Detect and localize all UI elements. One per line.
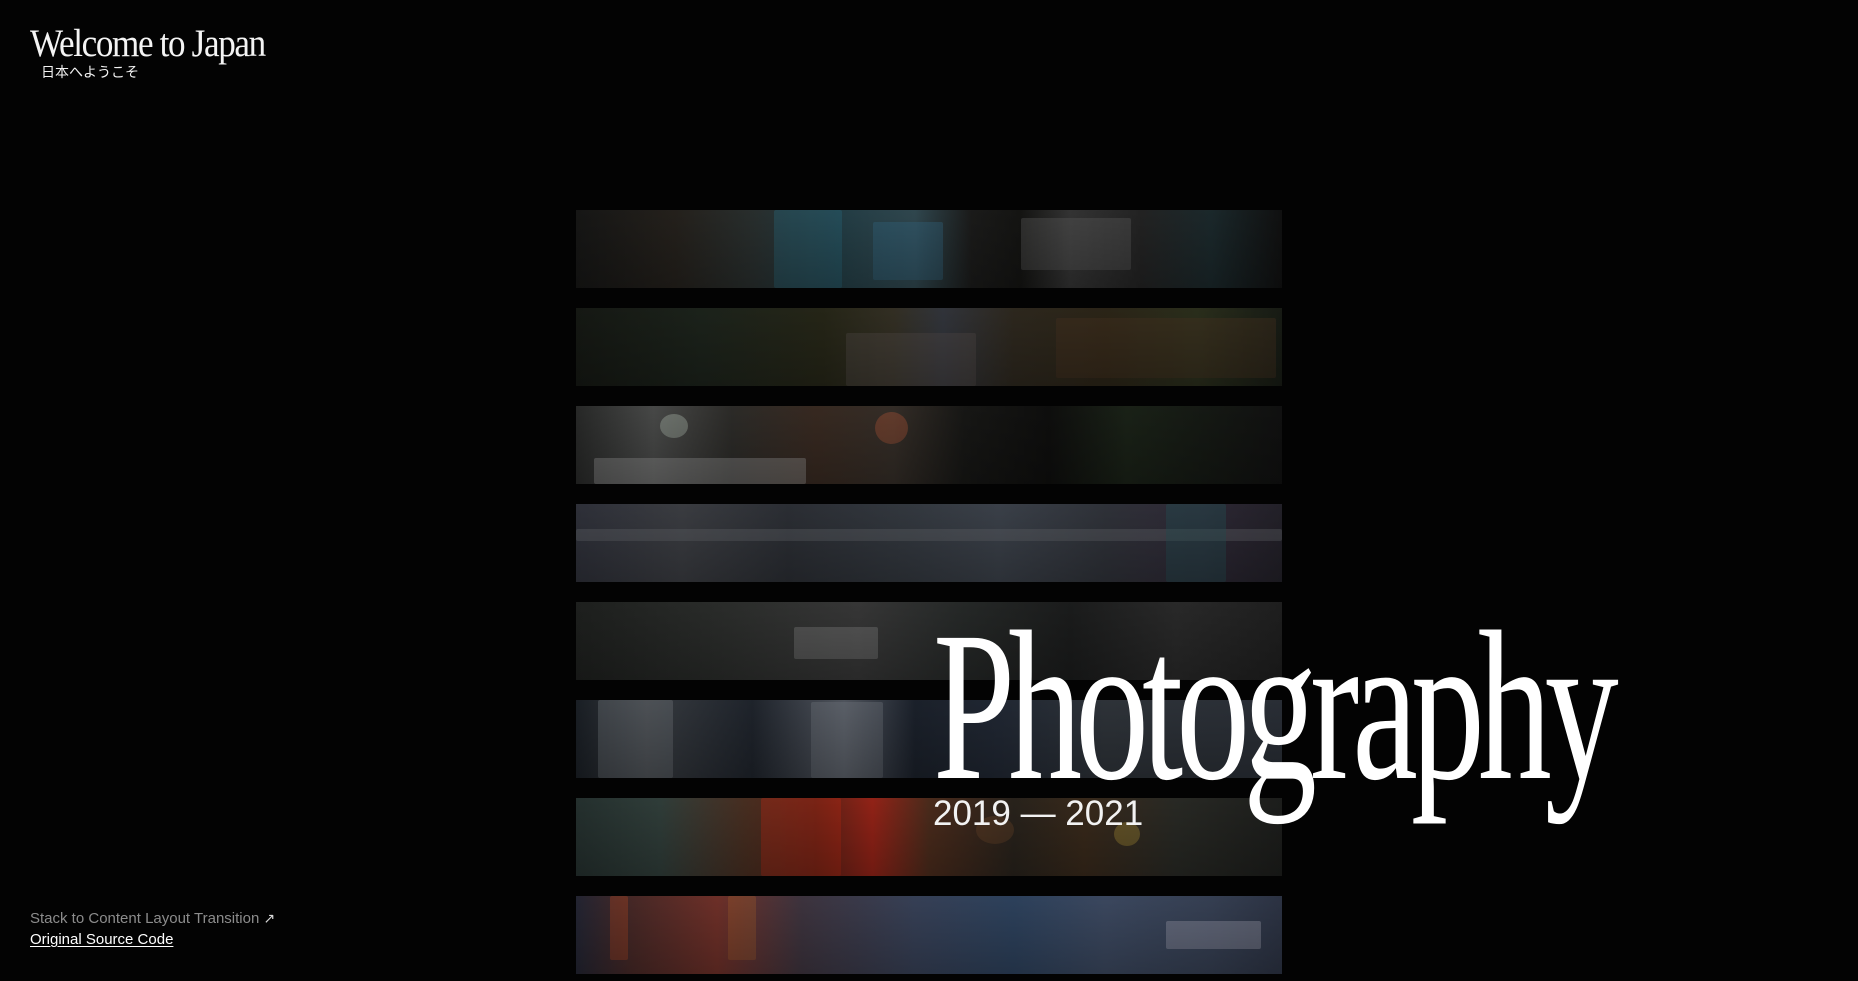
photo-strip-autumn-path[interactable] xyxy=(576,308,1282,386)
photo-strip-station-bridge[interactable] xyxy=(576,504,1282,582)
photo-strip-skyscrapers[interactable] xyxy=(576,700,1282,778)
site-brand: Welcome to Japan 日本へようこそ xyxy=(30,24,291,82)
layout-transition-link[interactable]: Stack to Content Layout Transition ↗ xyxy=(30,908,275,929)
photo-strip-train-trees[interactable] xyxy=(576,602,1282,680)
footer-links: Stack to Content Layout Transition ↗ Ori… xyxy=(30,908,275,950)
photo-strip-torii-water[interactable] xyxy=(576,896,1282,974)
photo-strip-stack xyxy=(576,210,1282,981)
layout-transition-link-label: Stack to Content Layout Transition xyxy=(30,910,260,927)
photo-strip-red-lanterns[interactable] xyxy=(576,798,1282,876)
arrow-up-right-icon: ↗ xyxy=(263,910,276,927)
source-code-link[interactable]: Original Source Code xyxy=(30,929,275,950)
site-subtitle: 日本へようこそ xyxy=(41,65,139,81)
photography-intro-page: Welcome to Japan 日本へようこそ Photography 201… xyxy=(0,0,1858,981)
site-title: Welcome to Japan xyxy=(30,22,266,65)
photo-strip-city-street[interactable] xyxy=(576,210,1282,288)
photo-strip-taxi-crowd[interactable] xyxy=(576,406,1282,484)
